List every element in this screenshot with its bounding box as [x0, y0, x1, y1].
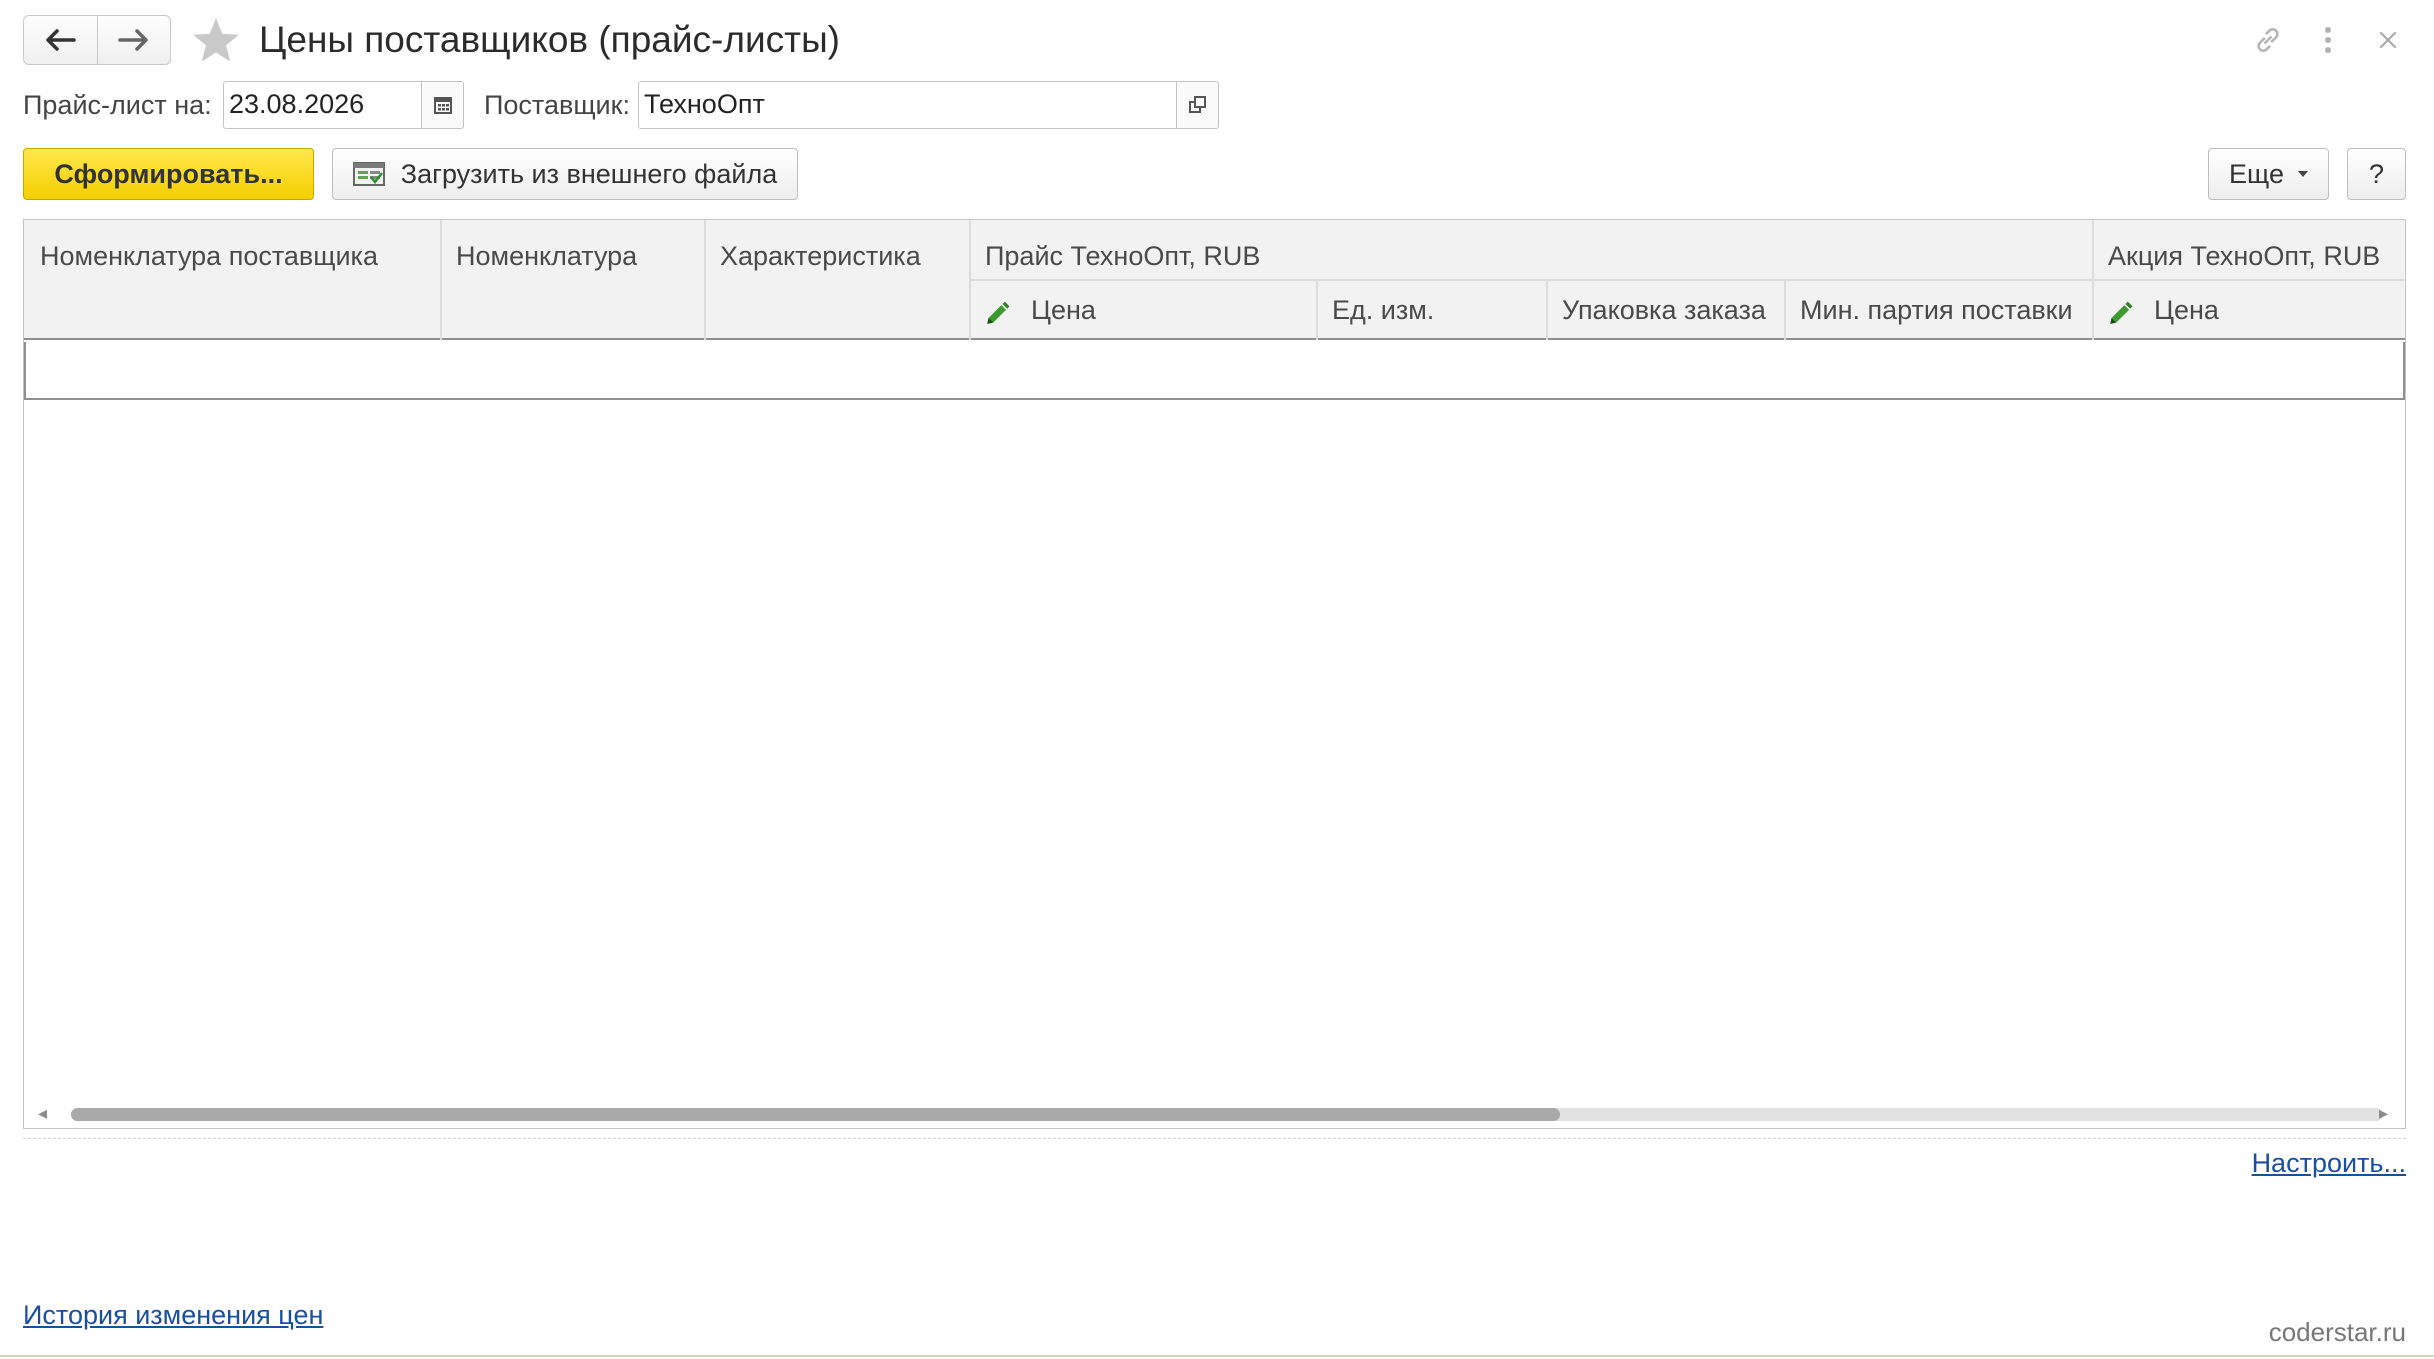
pencil-icon: [987, 301, 1010, 324]
chevron-down-icon: [2297, 171, 2308, 177]
column-header-supplier-nomenclature[interactable]: Номенклатура поставщика: [24, 232, 440, 280]
scroll-right-arrow-icon[interactable]: ▸: [2379, 1103, 2388, 1124]
column-header-packaging[interactable]: Упаковка заказа: [1546, 280, 1784, 340]
supplier-field[interactable]: ТехноОпт: [638, 81, 1177, 129]
date-field[interactable]: 23.08.2026: [223, 81, 422, 129]
page-title: Цены поставщиков (прайс-листы): [259, 19, 840, 60]
calendar-button[interactable]: [421, 81, 464, 129]
calendar-icon: [433, 97, 452, 114]
divider: [23, 1138, 2406, 1139]
more-button[interactable]: Еще: [2208, 148, 2329, 200]
column-group-price: Прайс ТехноОпт, RUB: [985, 241, 1261, 271]
column-group-promo: Акция ТехноОпт, RUB: [2108, 241, 2381, 271]
bottom-border: [0, 1355, 2434, 1357]
column-header-unit[interactable]: Ед. изм.: [1316, 280, 1546, 340]
column-header-min-batch[interactable]: Мин. партия поставки: [1784, 280, 2092, 340]
column-header-nomenclature[interactable]: Номенклатура: [440, 232, 704, 280]
more-label: Еще: [2229, 158, 2284, 189]
scroll-left-arrow-icon[interactable]: ◂: [38, 1103, 47, 1124]
promo-price-label: Цена: [2154, 295, 2219, 325]
column-header-characteristic[interactable]: Характеристика: [704, 232, 969, 280]
price-history-link[interactable]: История изменения цен: [23, 1300, 323, 1331]
table-row[interactable]: [24, 342, 2405, 400]
help-button[interactable]: ?: [2347, 148, 2406, 200]
table-header: Номенклатура поставщика Номенклатура Хар…: [24, 220, 2405, 340]
open-supplier-button[interactable]: [1176, 81, 1219, 129]
more-vertical-icon[interactable]: [2308, 20, 2348, 60]
horizontal-scrollbar-thumb[interactable]: [71, 1108, 1560, 1121]
back-button[interactable]: [24, 16, 97, 64]
date-label: Прайс-лист на:: [23, 90, 212, 120]
supplier-label: Поставщик:: [484, 90, 630, 120]
link-icon[interactable]: [2248, 20, 2288, 60]
watermark: coderstar.ru: [2268, 1317, 2406, 1347]
close-icon[interactable]: [2368, 20, 2408, 60]
price-list-table[interactable]: Номенклатура поставщика Номенклатура Хар…: [23, 219, 2406, 1129]
favorite-star-icon[interactable]: [190, 16, 242, 71]
navigation-buttons: [23, 15, 171, 65]
configure-link[interactable]: Настроить...: [2252, 1148, 2406, 1179]
forward-arrow-icon: [118, 29, 148, 51]
forward-button[interactable]: [96, 16, 171, 64]
load-from-file-button[interactable]: Загрузить из внешнего файла: [332, 148, 798, 200]
open-icon: [1188, 96, 1206, 113]
column-header-price[interactable]: Цена: [969, 280, 1316, 340]
load-file-icon: [352, 162, 385, 186]
column-header-promo-price[interactable]: Цена: [2092, 280, 2405, 340]
price-label: Цена: [1031, 295, 1096, 325]
pencil-icon: [2110, 301, 2133, 324]
generate-button[interactable]: Сформировать...: [23, 148, 314, 200]
load-from-file-label: Загрузить из внешнего файла: [400, 158, 778, 189]
back-arrow-icon: [46, 29, 76, 51]
